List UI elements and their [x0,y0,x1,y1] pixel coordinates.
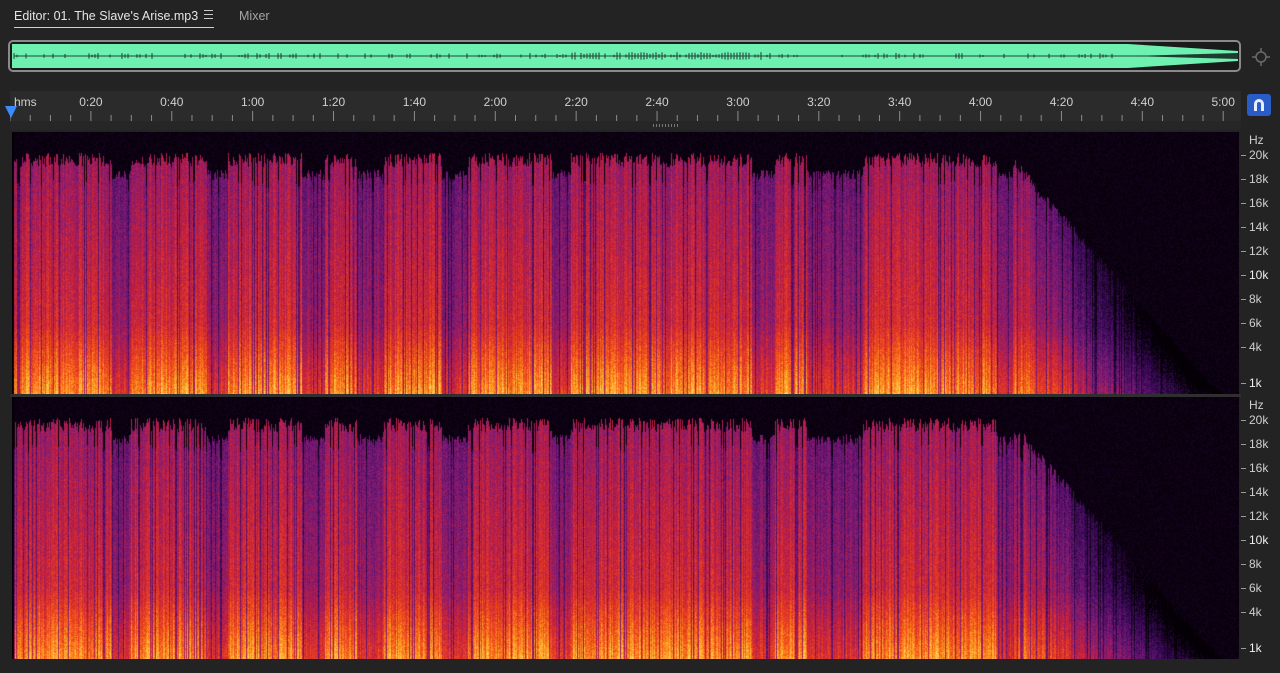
frequency-label: 10k [1249,268,1269,282]
frequency-tick [1241,468,1246,469]
magnet-snap-icon [1254,99,1264,111]
frequency-label: 1k [1249,641,1262,655]
ruler-tick-label: 1:00 [240,95,265,109]
ruler-tick-label: 0:20 [79,95,103,109]
frequency-tick [1241,227,1246,228]
frequency-tick [1241,648,1246,649]
ruler-tick-label: 0:40 [160,95,184,109]
frequency-label: 20k [1249,148,1269,162]
ruler-tick-label: 2:40 [645,95,669,109]
ruler-tick-label: 3:00 [726,95,750,109]
frequency-tick [1241,323,1246,324]
frequency-label: 10k [1249,533,1269,547]
frequency-label: 20k [1249,413,1269,427]
panel-splitter[interactable] [10,121,1241,130]
frequency-label: 14k [1249,485,1269,499]
frequency-label: 1k [1249,376,1262,390]
active-tab-underline [14,27,214,28]
frequency-label: 6k [1249,316,1262,330]
frequency-label: 6k [1249,581,1262,595]
frequency-label: 8k [1249,292,1262,306]
playhead-marker-icon[interactable] [5,106,17,118]
frequency-tick [1241,179,1246,180]
ruler-tick-label: 3:20 [807,95,831,109]
frequency-label: 16k [1249,196,1269,210]
frequency-tick [1241,299,1246,300]
frequency-tick [1241,347,1246,348]
frequency-label: 4k [1249,605,1262,619]
frequency-tick [1241,564,1246,565]
frequency-label: 4k [1249,340,1262,354]
frequency-unit-label: Hz [1249,133,1264,147]
frequency-tick [1241,155,1246,156]
overview-waveform [12,44,1238,68]
frequency-tick [1241,444,1246,445]
frequency-tick [1241,540,1246,541]
ruler-tick-label: 4:00 [968,95,993,109]
frequency-label: 12k [1249,244,1269,258]
frequency-tick [1241,588,1246,589]
frequency-tick [1241,612,1246,613]
spectral-display-right-channel[interactable] [12,397,1239,659]
frequency-label: 18k [1249,172,1269,186]
frequency-label: 16k [1249,461,1269,475]
frequency-label: 12k [1249,509,1269,523]
spectral-display-left-channel[interactable] [12,132,1239,394]
ruler-tick-label: 2:20 [564,95,588,109]
hamburger-menu-icon[interactable] [204,10,213,19]
tab-bar: Editor: 01. The Slave's Arise.mp3 Mixer [0,0,1280,32]
ruler-tick-label: 1:20 [321,95,346,109]
ruler-tick-label: 3:40 [887,95,912,109]
overview-navigator[interactable] [8,40,1241,72]
tab-editor[interactable]: Editor: 01. The Slave's Arise.mp3 [14,9,198,23]
ruler-tick-label: 4:20 [1049,95,1074,109]
frequency-ruler-bottom[interactable]: Hz 20k 18k 16k 14k 12k 10k 8k 6k 4k 1k [1241,397,1280,659]
tab-mixer[interactable]: Mixer [239,9,270,23]
frequency-ruler-top[interactable]: Hz 20k 18k 16k 14k 12k 10k 8k 6k 4k 1k [1241,132,1280,394]
frequency-label: 14k [1249,220,1269,234]
frequency-unit-label: Hz [1249,398,1264,412]
frequency-tick [1241,420,1246,421]
snap-button[interactable] [1247,94,1271,116]
ruler-tick-label: 5:00 [1211,95,1235,109]
frequency-tick [1241,203,1246,204]
frequency-tick [1241,516,1246,517]
frequency-tick [1241,275,1246,276]
ruler-tick-label: 1:40 [402,95,427,109]
time-ruler[interactable]: hms 0:20 0:40 1:00 1:20 1:40 2:00 2:20 2:40 3:00… [10,91,1241,121]
bottom-bar [0,661,1280,673]
frequency-tick [1241,251,1246,252]
ruler-tick-label: 4:40 [1130,95,1154,109]
ruler-tick-label: 2:00 [483,95,507,109]
frequency-tick [1241,492,1246,493]
frequency-label: 18k [1249,437,1269,451]
splitter-grip-icon[interactable] [653,124,679,127]
frequency-label: 8k [1249,557,1262,571]
zoom-navigator-icon[interactable] [1250,46,1272,68]
frequency-tick [1241,383,1246,384]
